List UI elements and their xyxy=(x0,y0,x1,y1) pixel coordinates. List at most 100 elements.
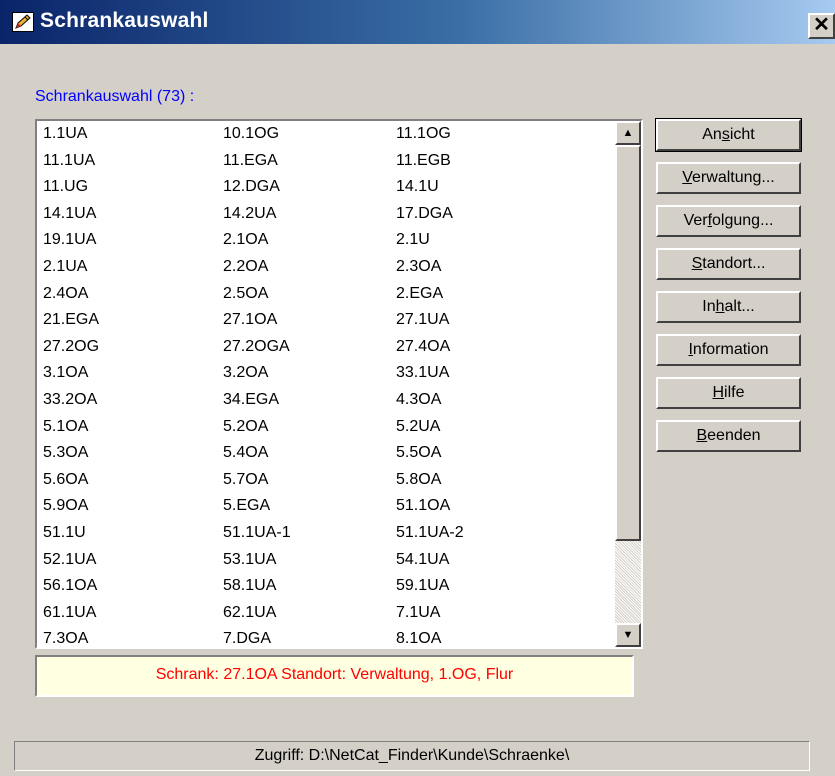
list-item-label: 2.1UA xyxy=(43,257,88,275)
vertical-scrollbar[interactable]: ▲ ▼ xyxy=(615,121,641,647)
list-item-label: 3.1OA xyxy=(43,364,89,382)
inhalt-button[interactable]: Inhalt... xyxy=(656,291,801,323)
list-item[interactable]: 2.EGA xyxy=(394,284,604,304)
list-item-label: 10.1OG xyxy=(223,125,280,142)
standort-button[interactable]: Standort... xyxy=(656,248,801,280)
list-item-label: 5.8OA xyxy=(396,470,442,488)
list-item-label: 58.1UA xyxy=(223,577,277,595)
list-item[interactable]: 14.1UA xyxy=(41,204,221,224)
list-item-label: 51.1OA xyxy=(396,497,451,515)
verfolgung-button[interactable]: Verfolgung... xyxy=(656,205,801,237)
list-item[interactable]: 27.4OA xyxy=(394,337,604,357)
cabinet-listbox[interactable]: 1.1UA 10.1OG 11.1OG 11.1UA 11.EGA 11.EGB 11.UG… xyxy=(35,119,643,649)
list-item[interactable]: 59.1UA xyxy=(394,576,604,596)
list-item[interactable]: 51.1UA-2 xyxy=(394,523,604,543)
list-item[interactable]: 10.1OG xyxy=(221,124,394,144)
list-item[interactable]: 5.EGA xyxy=(221,496,394,516)
list-item-label: 7.1UA xyxy=(396,603,441,621)
list-item[interactable]: 5.2UA xyxy=(394,417,604,437)
list-item[interactable]: 51.1UA-1 xyxy=(221,523,394,543)
list-item[interactable]: 2.1OA xyxy=(221,230,394,250)
list-item[interactable]: 33.1UA xyxy=(394,363,604,383)
list-item[interactable]: 1.1UA xyxy=(41,124,221,144)
list-item[interactable]: 33.2OA xyxy=(41,390,221,410)
list-item[interactable]: 2.1UA xyxy=(41,257,221,277)
list-item-label: 5.3OA xyxy=(43,444,89,462)
list-item[interactable]: 56.1OA xyxy=(41,576,221,596)
list-item[interactable]: 5.4OA xyxy=(221,443,394,463)
scroll-down-button[interactable]: ▼ xyxy=(615,623,641,647)
list-item[interactable]: 12.DGA xyxy=(221,177,394,197)
list-item-label: 11.EGA xyxy=(223,151,278,169)
list-item[interactable]: 34.EGA xyxy=(221,390,394,410)
list-item[interactable]: 14.2UA xyxy=(221,204,394,224)
list-item-label: 59.1UA xyxy=(396,577,450,595)
ansicht-button[interactable]: Ansicht xyxy=(655,118,802,152)
list-item-label: 5.6OA xyxy=(43,470,89,488)
list-item[interactable]: 8.1OA xyxy=(394,629,604,647)
list-item[interactable]: 54.1UA xyxy=(394,550,604,570)
list-item[interactable]: 5.6OA xyxy=(41,470,221,490)
list-item[interactable]: 5.9OA xyxy=(41,496,221,516)
title-bar[interactable]: Schrankauswahl ✕ xyxy=(0,0,835,44)
list-item[interactable]: 5.1OA xyxy=(41,417,221,437)
list-item-label: 14.1U xyxy=(396,178,439,196)
list-item[interactable]: 51.1U xyxy=(41,523,221,543)
list-item[interactable]: 2.1U xyxy=(394,230,604,250)
list-item[interactable]: 11.UG xyxy=(41,177,221,197)
scroll-thumb[interactable] xyxy=(615,145,641,541)
list-item[interactable]: 2.2OA xyxy=(221,257,394,277)
list-item-label: 11.1UA xyxy=(43,151,96,169)
list-item[interactable]: 2.5OA xyxy=(221,284,394,304)
list-item[interactable]: 5.2OA xyxy=(221,417,394,437)
list-item[interactable]: 7.1UA xyxy=(394,603,604,623)
list-item[interactable]: 11.1UA xyxy=(41,151,221,171)
list-item[interactable]: 61.1UA xyxy=(41,603,221,623)
arrow-up-icon: ▲ xyxy=(622,127,634,139)
verwaltung-button[interactable]: Verwaltung... xyxy=(656,162,801,194)
list-item[interactable]: 11.EGB xyxy=(394,151,604,171)
list-item-label: 52.1UA xyxy=(43,550,97,568)
list-item[interactable]: 7.3OA xyxy=(41,629,221,647)
list-item-label: 5.7OA xyxy=(223,470,269,488)
list-item[interactable]: 2.3OA xyxy=(394,257,604,277)
hilfe-button[interactable]: Hilfe xyxy=(656,377,801,409)
close-button[interactable]: ✕ xyxy=(808,13,835,39)
list-item[interactable]: 62.1UA xyxy=(221,603,394,623)
list-item[interactable]: 5.5OA xyxy=(394,443,604,463)
list-item[interactable]: 11.1OG xyxy=(394,124,604,144)
list-item[interactable]: 27.1OA xyxy=(221,310,394,330)
list-item[interactable]: 58.1UA xyxy=(221,576,394,596)
list-item[interactable]: 51.1OA xyxy=(394,496,604,516)
list-item[interactable]: 2.4OA xyxy=(41,284,221,304)
list-item[interactable]: 5.8OA xyxy=(394,470,604,490)
scroll-up-button[interactable]: ▲ xyxy=(615,121,641,145)
list-item[interactable]: 7.DGA xyxy=(221,629,394,648)
list-item-label: 21.EGA xyxy=(43,311,100,329)
list-item[interactable]: 4.3OA xyxy=(394,390,604,410)
list-item-label: 7.DGA xyxy=(223,630,272,648)
list-item-label: 2.2OA xyxy=(223,257,269,275)
list-item-label: 2.1OA xyxy=(223,231,269,249)
list-item[interactable]: 3.1OA xyxy=(41,363,221,383)
list-item[interactable]: 5.3OA xyxy=(41,443,221,463)
list-item-label: 62.1UA xyxy=(223,603,277,621)
list-item[interactable]: 27.2OG xyxy=(41,337,221,357)
list-item[interactable]: 27.2OGA xyxy=(221,337,394,357)
list-item[interactable]: 27.1UA xyxy=(394,310,604,330)
list-item[interactable]: 11.EGA xyxy=(221,151,394,171)
list-item-label: 27.4OA xyxy=(396,337,451,355)
list-item[interactable]: 5.7OA xyxy=(221,470,394,490)
list-item-label: 19.1UA xyxy=(43,231,97,249)
list-item[interactable]: 14.1U xyxy=(394,177,604,197)
beenden-button[interactable]: Beenden xyxy=(656,420,801,452)
list-item[interactable]: 19.1UA xyxy=(41,230,221,250)
list-item[interactable]: 21.EGA xyxy=(41,310,221,330)
list-item[interactable]: 3.2OA xyxy=(221,363,394,383)
information-button[interactable]: Information xyxy=(656,334,801,366)
list-item[interactable]: 17.DGA xyxy=(394,204,604,224)
list-item[interactable]: 53.1UA xyxy=(221,550,394,570)
list-item-label: 2.5OA xyxy=(223,284,269,302)
list-item[interactable]: 52.1UA xyxy=(41,550,221,570)
list-item-label: 5.9OA xyxy=(43,497,89,515)
